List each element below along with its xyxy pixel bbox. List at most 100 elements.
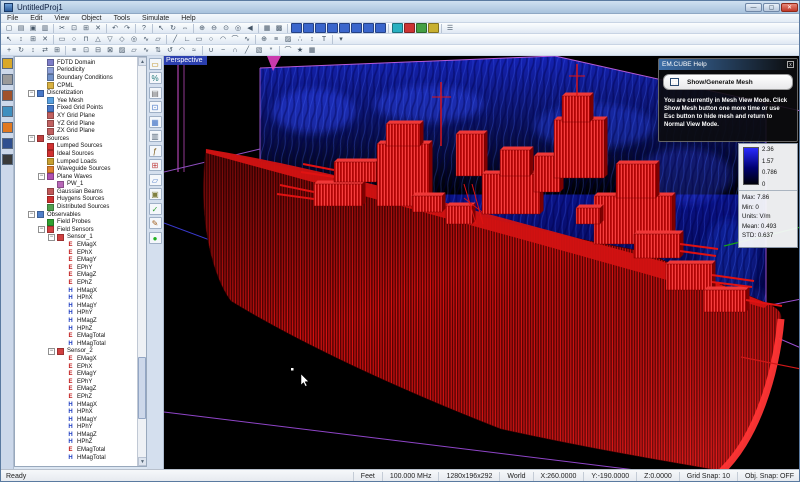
expander-icon[interactable]: −: [28, 90, 35, 97]
marker-green-button[interactable]: [416, 23, 427, 33]
view-bottom-button[interactable]: [303, 23, 314, 33]
marker-cyan-button[interactable]: [392, 23, 403, 33]
tree-item-observables[interactable]: −Observables: [15, 211, 146, 219]
tree-item-ephz[interactable]: EEPhZ: [15, 393, 146, 401]
expander-icon[interactable]: −: [28, 211, 35, 218]
slice-button[interactable]: ╱: [242, 45, 253, 55]
view-front-button[interactable]: [339, 23, 350, 33]
tree-item-emagtotal[interactable]: EEMagTotal: [15, 446, 146, 454]
help-popup-close-icon[interactable]: x: [787, 61, 794, 68]
draw-helix-button[interactable]: ∿: [141, 34, 152, 44]
tree-item-yee-mesh[interactable]: Yee Mesh: [15, 97, 146, 105]
module-planner-button[interactable]: [2, 122, 13, 133]
ungroup-button[interactable]: ⊟: [93, 45, 104, 55]
draw-curve-button[interactable]: ⌒: [230, 34, 241, 44]
undo-button[interactable]: ↶: [110, 23, 121, 33]
run-simulation-button[interactable]: ●: [149, 232, 162, 244]
menu-object[interactable]: Object: [75, 15, 107, 22]
tree-item-ephx[interactable]: EEPhX: [15, 249, 146, 257]
draw-arc-button[interactable]: ◠: [218, 34, 229, 44]
tree-item-sensor-2[interactable]: −Sensor_2: [15, 348, 146, 356]
tree-item-sensor-1[interactable]: −Sensor_1: [15, 234, 146, 242]
maximize-button[interactable]: ▢: [763, 3, 780, 12]
tree-item-huygens-sources[interactable]: Huygens Sources: [15, 196, 146, 204]
tree-item-lumped-loads[interactable]: Lumped Loads: [15, 158, 146, 166]
view-iso-se-button[interactable]: [375, 23, 386, 33]
intersect-button[interactable]: ∩: [230, 45, 241, 55]
dimension-button[interactable]: ↕: [307, 34, 318, 44]
extrude-button[interactable]: ⇅: [153, 45, 164, 55]
attach-button[interactable]: ⊠: [105, 45, 116, 55]
shaded-view-button[interactable]: ▩: [274, 23, 285, 33]
new-button[interactable]: ▢: [4, 23, 15, 33]
plot-results-button[interactable]: ▱: [149, 174, 162, 186]
annotate-button[interactable]: ✎: [149, 217, 162, 229]
tree-item-fixed-grid-points[interactable]: Fixed Grid Points: [15, 105, 146, 113]
loft-button[interactable]: ◠: [177, 45, 188, 55]
tree-item-emagtotal[interactable]: EEMagTotal: [15, 332, 146, 340]
view-right-button[interactable]: [327, 23, 338, 33]
project-tree-button[interactable]: ☰: [445, 23, 456, 33]
snap-midpoint-button[interactable]: ↕: [16, 34, 27, 44]
orbit-button[interactable]: ↻: [168, 23, 179, 33]
draw-rect-button[interactable]: ▭: [194, 34, 205, 44]
tree-item-plane-waves[interactable]: −Plane Waves: [15, 173, 146, 181]
tree-item-hphx[interactable]: HHPhX: [15, 294, 146, 302]
tree-item-ephx[interactable]: EEPhX: [15, 363, 146, 371]
draw-plate-button[interactable]: ▱: [153, 34, 164, 44]
mesh-settings-button[interactable]: ▥: [149, 130, 162, 142]
array-button[interactable]: ⊞: [52, 45, 63, 55]
help-popup-titlebar[interactable]: EM.CUBE Help x: [659, 59, 797, 70]
tree-item-field-sensors[interactable]: −Field Sensors: [15, 226, 146, 234]
module-fdtd-button[interactable]: [2, 106, 13, 117]
align-button[interactable]: ≡: [69, 45, 80, 55]
copy-button[interactable]: ⊡: [69, 23, 80, 33]
module-po-button[interactable]: [2, 138, 13, 149]
expander-icon[interactable]: −: [48, 348, 55, 355]
zoom-extents-button[interactable]: ◎: [233, 23, 244, 33]
draw-cone-button[interactable]: △: [93, 34, 104, 44]
marker-red-button[interactable]: [404, 23, 415, 33]
tree-item-ideal-sources[interactable]: Ideal Sources: [15, 150, 146, 158]
close-button[interactable]: ✕: [781, 3, 798, 12]
draw-pyramid-button[interactable]: ▽: [105, 34, 116, 44]
tree-item-emagx[interactable]: EEMagX: [15, 355, 146, 363]
cut-button[interactable]: ✂: [57, 23, 68, 33]
tree-item-discretization[interactable]: −Discretization: [15, 89, 146, 97]
view-iso-nw-button[interactable]: [363, 23, 374, 33]
tree-item-hphy[interactable]: HHPhY: [15, 424, 146, 432]
minimize-button[interactable]: —: [745, 3, 762, 12]
view-left-button[interactable]: [315, 23, 326, 33]
view-top-button[interactable]: [291, 23, 302, 33]
tree-item-hmagz[interactable]: HHMagZ: [15, 317, 146, 325]
tree-item-hmagx[interactable]: HHMagX: [15, 287, 146, 295]
tree-item-hphx[interactable]: HHPhX: [15, 408, 146, 416]
tree-item-emagz[interactable]: EEMagZ: [15, 272, 146, 280]
view-back-button[interactable]: [351, 23, 362, 33]
draw-line-button[interactable]: ╱: [170, 34, 181, 44]
menu-edit[interactable]: Edit: [24, 15, 48, 22]
layers-button[interactable]: ▤: [149, 87, 162, 99]
tree-item-hmagy[interactable]: HHMagY: [15, 302, 146, 310]
wireframe-view-button[interactable]: ▦: [262, 23, 273, 33]
module-cubecad-button[interactable]: [2, 58, 13, 69]
points-button[interactable]: ∴: [295, 34, 306, 44]
tree-item-boundary-conditions[interactable]: Boundary Conditions: [15, 74, 146, 82]
draw-box-button[interactable]: ▭: [57, 34, 68, 44]
snap-none-button[interactable]: ✕: [40, 34, 51, 44]
tree-item-distributed-sources[interactable]: Distributed Sources: [15, 203, 146, 211]
marker-yellow-button[interactable]: [428, 23, 439, 33]
scale-button[interactable]: ↕: [28, 45, 39, 55]
units-button[interactable]: %: [149, 72, 162, 84]
tree-item-fdtd-domain[interactable]: FDTD Domain: [15, 59, 146, 67]
measure-button[interactable]: ⌒: [283, 45, 294, 55]
revolve-button[interactable]: ↺: [165, 45, 176, 55]
draw-circle-button[interactable]: ○: [206, 34, 217, 44]
more-tools-button[interactable]: ▾: [336, 34, 347, 44]
tree-item-field-probes[interactable]: Field Probes: [15, 218, 146, 226]
tree-item-hmagx[interactable]: HHMagX: [15, 401, 146, 409]
text-button[interactable]: T: [319, 34, 330, 44]
tree-item-ephz[interactable]: EEPhZ: [15, 279, 146, 287]
menu-help[interactable]: Help: [175, 15, 201, 22]
offset-button[interactable]: ▱: [129, 45, 140, 55]
